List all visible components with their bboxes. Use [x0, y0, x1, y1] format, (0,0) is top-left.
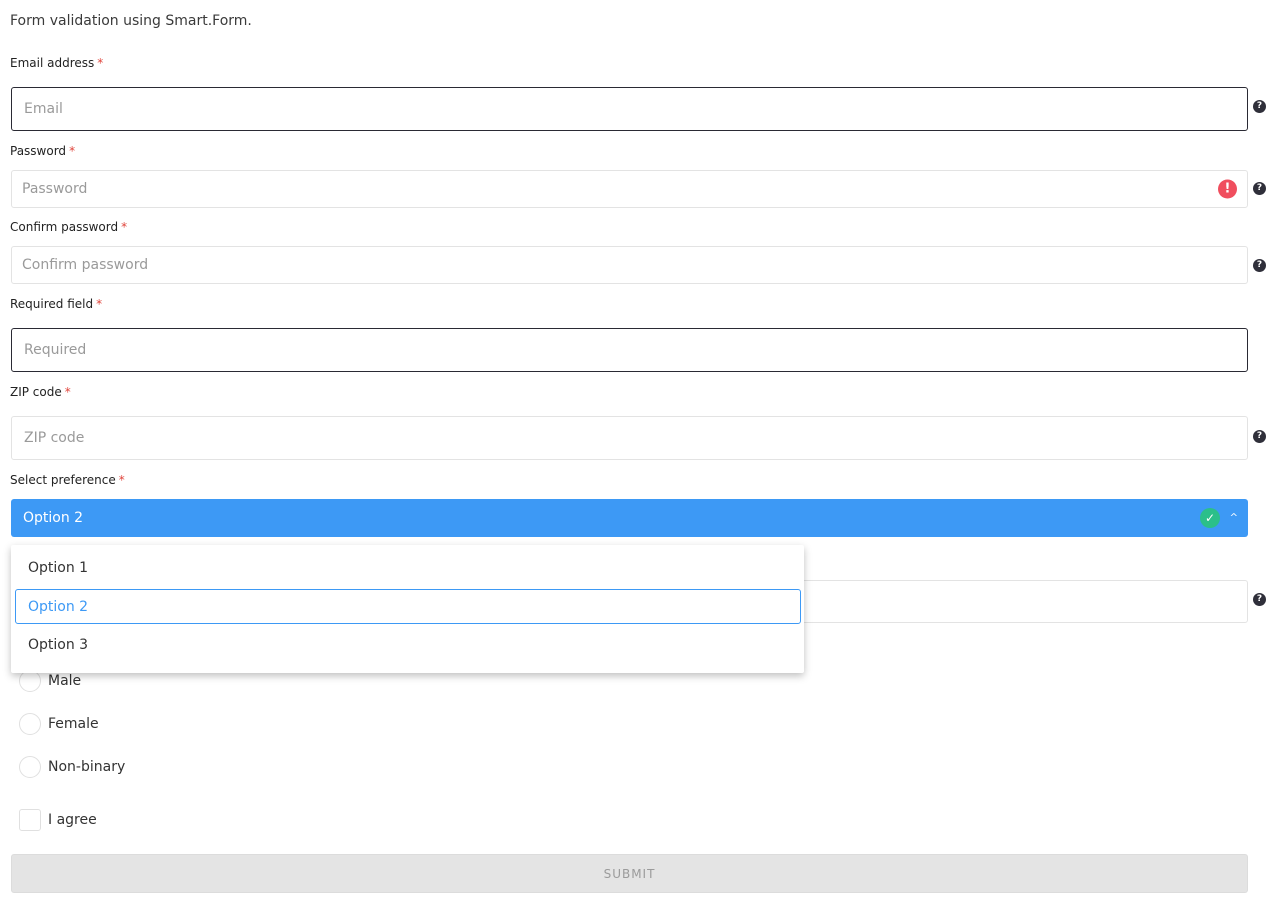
required-placeholder: Required	[24, 342, 87, 358]
required-field-label: Required field *	[10, 297, 103, 311]
radio-button[interactable]	[19, 670, 41, 692]
submit-label: SUBMIT	[603, 866, 656, 881]
radio-button[interactable]	[19, 756, 41, 778]
email-input[interactable]: Email	[11, 87, 1248, 131]
agree-label: I agree	[48, 812, 97, 828]
email-placeholder: Email	[24, 101, 63, 117]
confirm-password-help-icon[interactable]: ?	[1253, 259, 1266, 272]
valid-check-icon: ✓	[1200, 508, 1220, 528]
chevron-up-icon[interactable]: ^	[1230, 513, 1238, 524]
preference-option-1[interactable]: Option 1	[15, 550, 801, 585]
zip-label: ZIP code *	[10, 385, 71, 399]
email-label: Email address *	[10, 56, 104, 70]
required-marker: *	[69, 144, 76, 158]
password-placeholder: Password	[22, 181, 88, 197]
required-input[interactable]: Required	[11, 328, 1248, 372]
email-help-icon[interactable]: ?	[1253, 100, 1266, 113]
required-marker: *	[121, 220, 128, 234]
zip-input[interactable]: ZIP code	[11, 416, 1248, 460]
submit-button[interactable]: SUBMIT	[11, 854, 1248, 893]
password-input[interactable]: Password !	[11, 170, 1248, 208]
radio-button[interactable]	[19, 713, 41, 735]
covered-help-icon[interactable]: ?	[1253, 593, 1266, 606]
agree-checkbox[interactable]	[19, 809, 41, 831]
radio-label: Non-binary	[48, 759, 126, 775]
zip-placeholder: ZIP code	[24, 430, 85, 446]
required-marker: *	[118, 473, 125, 487]
preference-select[interactable]: Option 2 ✓ ^	[11, 499, 1248, 537]
confirm-password-placeholder: Confirm password	[22, 257, 149, 273]
required-marker: *	[97, 56, 104, 70]
preference-label: Select preference *	[10, 473, 125, 487]
preference-option-2[interactable]: Option 2	[15, 589, 801, 624]
preference-option-3[interactable]: Option 3	[15, 627, 801, 662]
form-description: Form validation using Smart.Form.	[10, 13, 252, 29]
error-icon: !	[1218, 179, 1237, 199]
password-help-icon[interactable]: ?	[1253, 182, 1266, 195]
confirm-password-input[interactable]: Confirm password	[11, 246, 1248, 284]
password-label: Password *	[10, 144, 76, 158]
preference-selected-value: Option 2	[23, 510, 84, 526]
confirm-password-label: Confirm password *	[10, 220, 128, 234]
zip-help-icon[interactable]: ?	[1253, 430, 1266, 443]
radio-label: Male	[48, 673, 82, 689]
required-marker: *	[64, 385, 71, 399]
radio-label: Female	[48, 716, 99, 732]
required-marker: *	[96, 297, 103, 311]
preference-dropdown: Option 1 Option 2 Option 3	[11, 545, 804, 673]
